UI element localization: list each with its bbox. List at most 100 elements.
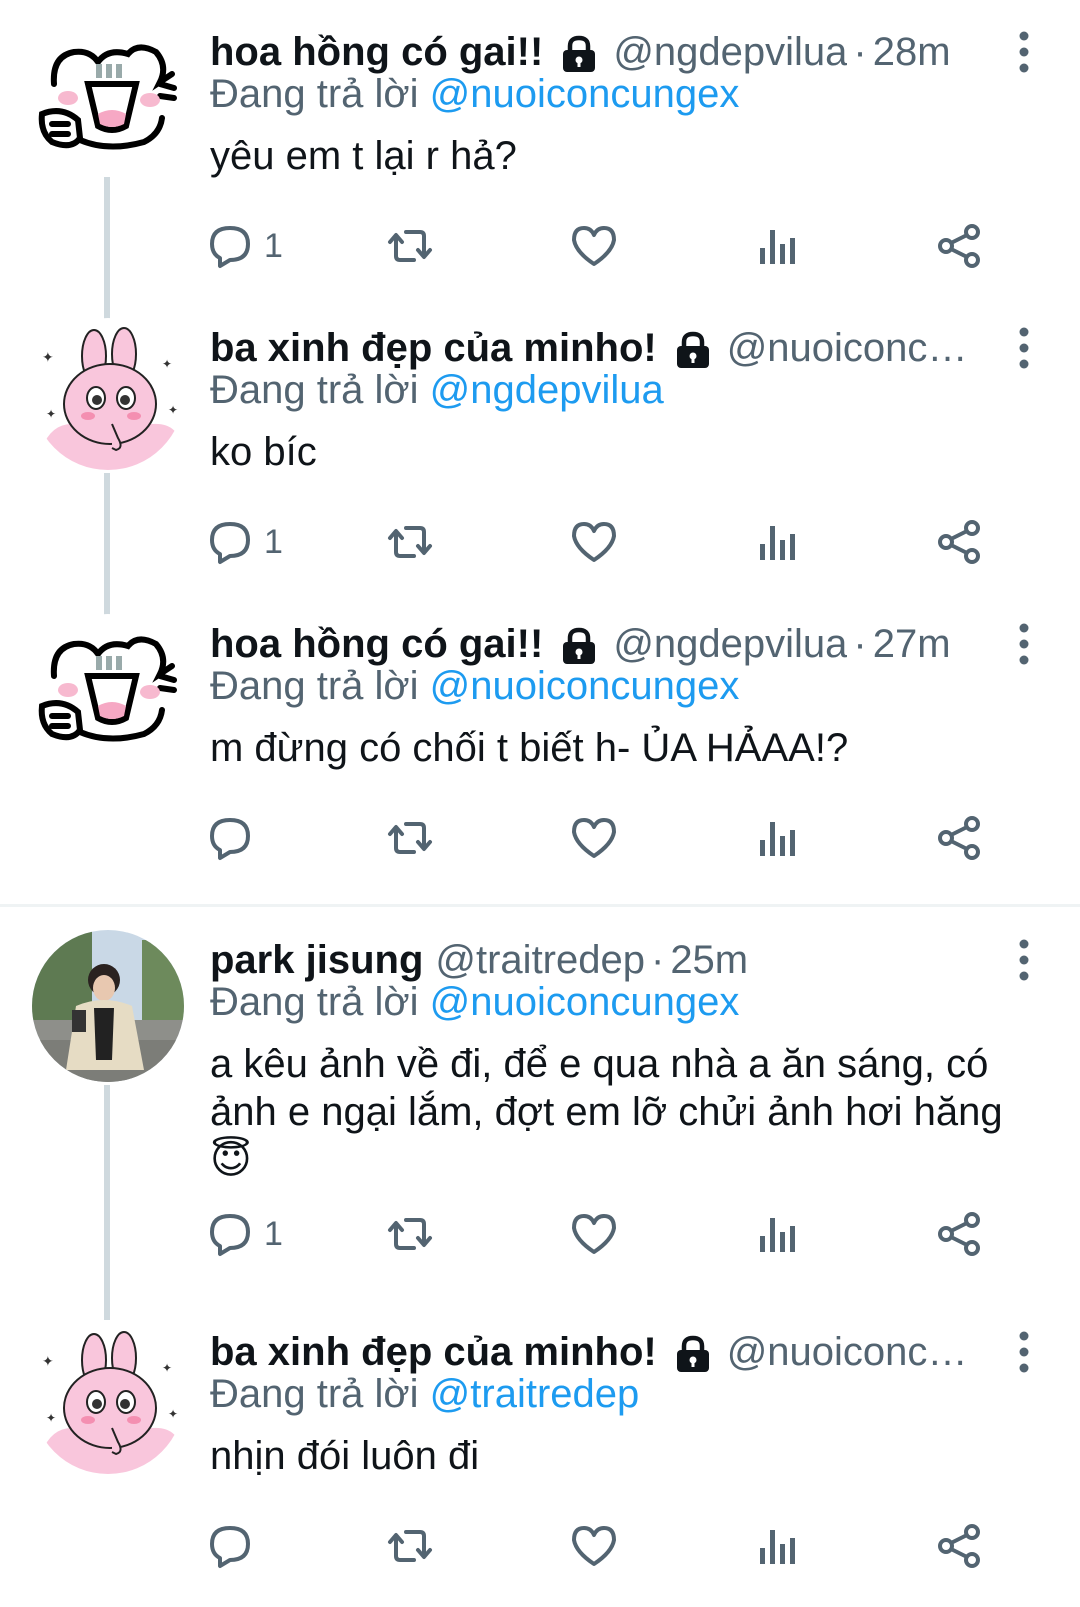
views-icon	[760, 1530, 795, 1564]
display-name[interactable]: park jisung	[210, 938, 423, 983]
reply-icon	[210, 522, 250, 564]
like-icon	[572, 226, 616, 266]
svg-text:✦: ✦	[42, 1353, 54, 1369]
replying-to-handle[interactable]: @nuoiconcungex	[430, 72, 740, 116]
cat-avatar-icon[interactable]	[32, 22, 184, 174]
views-button[interactable]	[754, 1208, 802, 1260]
share-button[interactable]	[936, 1520, 984, 1572]
tweet[interactable]: hoa hồng có gai!! @ngdepvilua · 28m Đang…	[0, 22, 1080, 312]
tweet-actions	[206, 1520, 996, 1572]
lock-icon	[559, 626, 599, 666]
timestamp[interactable]: 27m	[873, 622, 951, 667]
retweet-button[interactable]	[386, 220, 434, 272]
like-button[interactable]	[570, 1208, 618, 1260]
tweet-text: ko bíc	[210, 430, 317, 474]
reply-count: 1	[264, 522, 283, 561]
like-button[interactable]	[570, 516, 618, 568]
views-icon	[760, 230, 795, 264]
tweet[interactable]: ✦ ✦ ✦ ✦ ba xinh đẹp của minho! @nuoiconcu..…	[0, 1322, 1080, 1607]
svg-text:✦: ✦	[46, 407, 56, 421]
retweet-icon	[388, 1218, 432, 1250]
display-name[interactable]: ba xinh đẹp của minho!	[210, 1330, 657, 1375]
more-icon[interactable]	[1016, 30, 1032, 74]
photo-avatar-icon[interactable]	[32, 930, 184, 1082]
display-name[interactable]: hoa hồng có gai!!	[210, 622, 543, 667]
user-handle[interactable]: @ngdepvilua	[613, 622, 847, 667]
tweet[interactable]: hoa hồng có gai!! @ngdepvilua · 27m Đang…	[0, 608, 1080, 876]
user-handle[interactable]: @nuoiconcu...	[727, 326, 980, 371]
bunny-avatar-icon[interactable]: ✦ ✦ ✦ ✦	[32, 1322, 184, 1474]
views-button[interactable]	[754, 516, 802, 568]
like-button[interactable]	[570, 1520, 618, 1572]
separator-dot: ·	[853, 29, 867, 74]
more-icon[interactable]	[1016, 326, 1032, 370]
retweet-button[interactable]	[386, 1520, 434, 1572]
replying-to-handle[interactable]: @nuoiconcungex	[430, 980, 740, 1024]
lock-icon	[673, 1334, 713, 1374]
reply-button[interactable]	[206, 812, 264, 864]
views-button[interactable]	[754, 812, 802, 864]
separator-dot: ·	[650, 937, 665, 982]
reply-button[interactable]	[206, 1520, 264, 1572]
retweet-button[interactable]	[386, 1208, 434, 1260]
tweet-actions: 1	[206, 220, 996, 272]
tweet-text: a kêu ảnh về đi, để e qua nhà a ăn sáng,…	[210, 1042, 1003, 1182]
reply-icon	[210, 226, 250, 268]
like-button[interactable]	[570, 812, 618, 864]
bunny-avatar-icon[interactable]: ✦ ✦ ✦ ✦	[32, 318, 184, 470]
replying-to-handle[interactable]: @nuoiconcungex	[430, 664, 740, 708]
reply-count: 1	[264, 1214, 283, 1253]
replying-to-label: Đang trả lời	[210, 1372, 419, 1416]
replying-to: Đang trả lời @nuoiconcungex	[210, 72, 739, 117]
lock-icon	[559, 34, 599, 74]
share-button[interactable]	[936, 220, 984, 272]
user-handle[interactable]: @ngdepvilua	[613, 30, 847, 75]
like-icon	[572, 1526, 616, 1566]
tweet-text: yêu em t lại r hả?	[210, 134, 517, 178]
views-button[interactable]	[754, 1520, 802, 1572]
display-name[interactable]: hoa hồng có gai!!	[210, 30, 543, 75]
share-button[interactable]	[936, 812, 984, 864]
like-button[interactable]	[570, 220, 618, 272]
more-icon[interactable]	[1016, 622, 1032, 666]
tweet[interactable]: park jisung @traitredep · 25m Đang trả l…	[0, 930, 1080, 1320]
display-name[interactable]: ba xinh đẹp của minho!	[210, 326, 657, 371]
replying-to: Đang trả lời @nuoiconcungex	[210, 664, 739, 709]
retweet-icon	[388, 230, 432, 262]
replying-to-handle[interactable]: @traitredep	[430, 1372, 640, 1416]
reply-icon	[210, 1214, 250, 1256]
replying-to-label: Đang trả lời	[210, 664, 419, 708]
replying-to-handle[interactable]: @ngdepvilua	[430, 368, 664, 412]
reply-button[interactable]: 1	[206, 1208, 283, 1260]
timestamp[interactable]: 28m	[873, 30, 951, 75]
svg-text:✦: ✦	[42, 349, 54, 365]
views-icon	[760, 1218, 795, 1252]
more-icon[interactable]	[1016, 1330, 1032, 1374]
retweet-button[interactable]	[386, 812, 434, 864]
like-icon	[572, 818, 616, 858]
tweet[interactable]: ✦ ✦ ✦ ✦ ba xinh đẹp của minho! @nuoiconcu..…	[0, 312, 1080, 608]
user-handle[interactable]: @nuoiconcu...	[727, 1330, 980, 1375]
tweet-actions: 1	[206, 1208, 996, 1260]
thread-divider	[0, 904, 1080, 907]
replying-to: Đang trả lời @nuoiconcungex	[210, 980, 739, 1025]
reply-button[interactable]: 1	[206, 220, 283, 272]
share-icon	[938, 224, 980, 268]
thread-line	[104, 473, 110, 608]
user-handle[interactable]: @traitredep	[435, 938, 645, 983]
share-icon	[938, 1524, 980, 1568]
share-button[interactable]	[936, 1208, 984, 1260]
more-icon[interactable]	[1016, 938, 1032, 982]
reply-icon	[210, 1526, 250, 1568]
retweet-button[interactable]	[386, 516, 434, 568]
cat-avatar-icon[interactable]	[32, 614, 184, 766]
views-icon	[760, 822, 795, 856]
timestamp[interactable]: 25m	[670, 938, 748, 983]
replying-to-label: Đang trả lời	[210, 368, 419, 412]
reply-icon	[210, 818, 250, 860]
tweet-actions	[206, 812, 996, 864]
reply-button[interactable]: 1	[206, 516, 283, 568]
share-icon	[938, 520, 980, 564]
share-button[interactable]	[936, 516, 984, 568]
views-button[interactable]	[754, 220, 802, 272]
